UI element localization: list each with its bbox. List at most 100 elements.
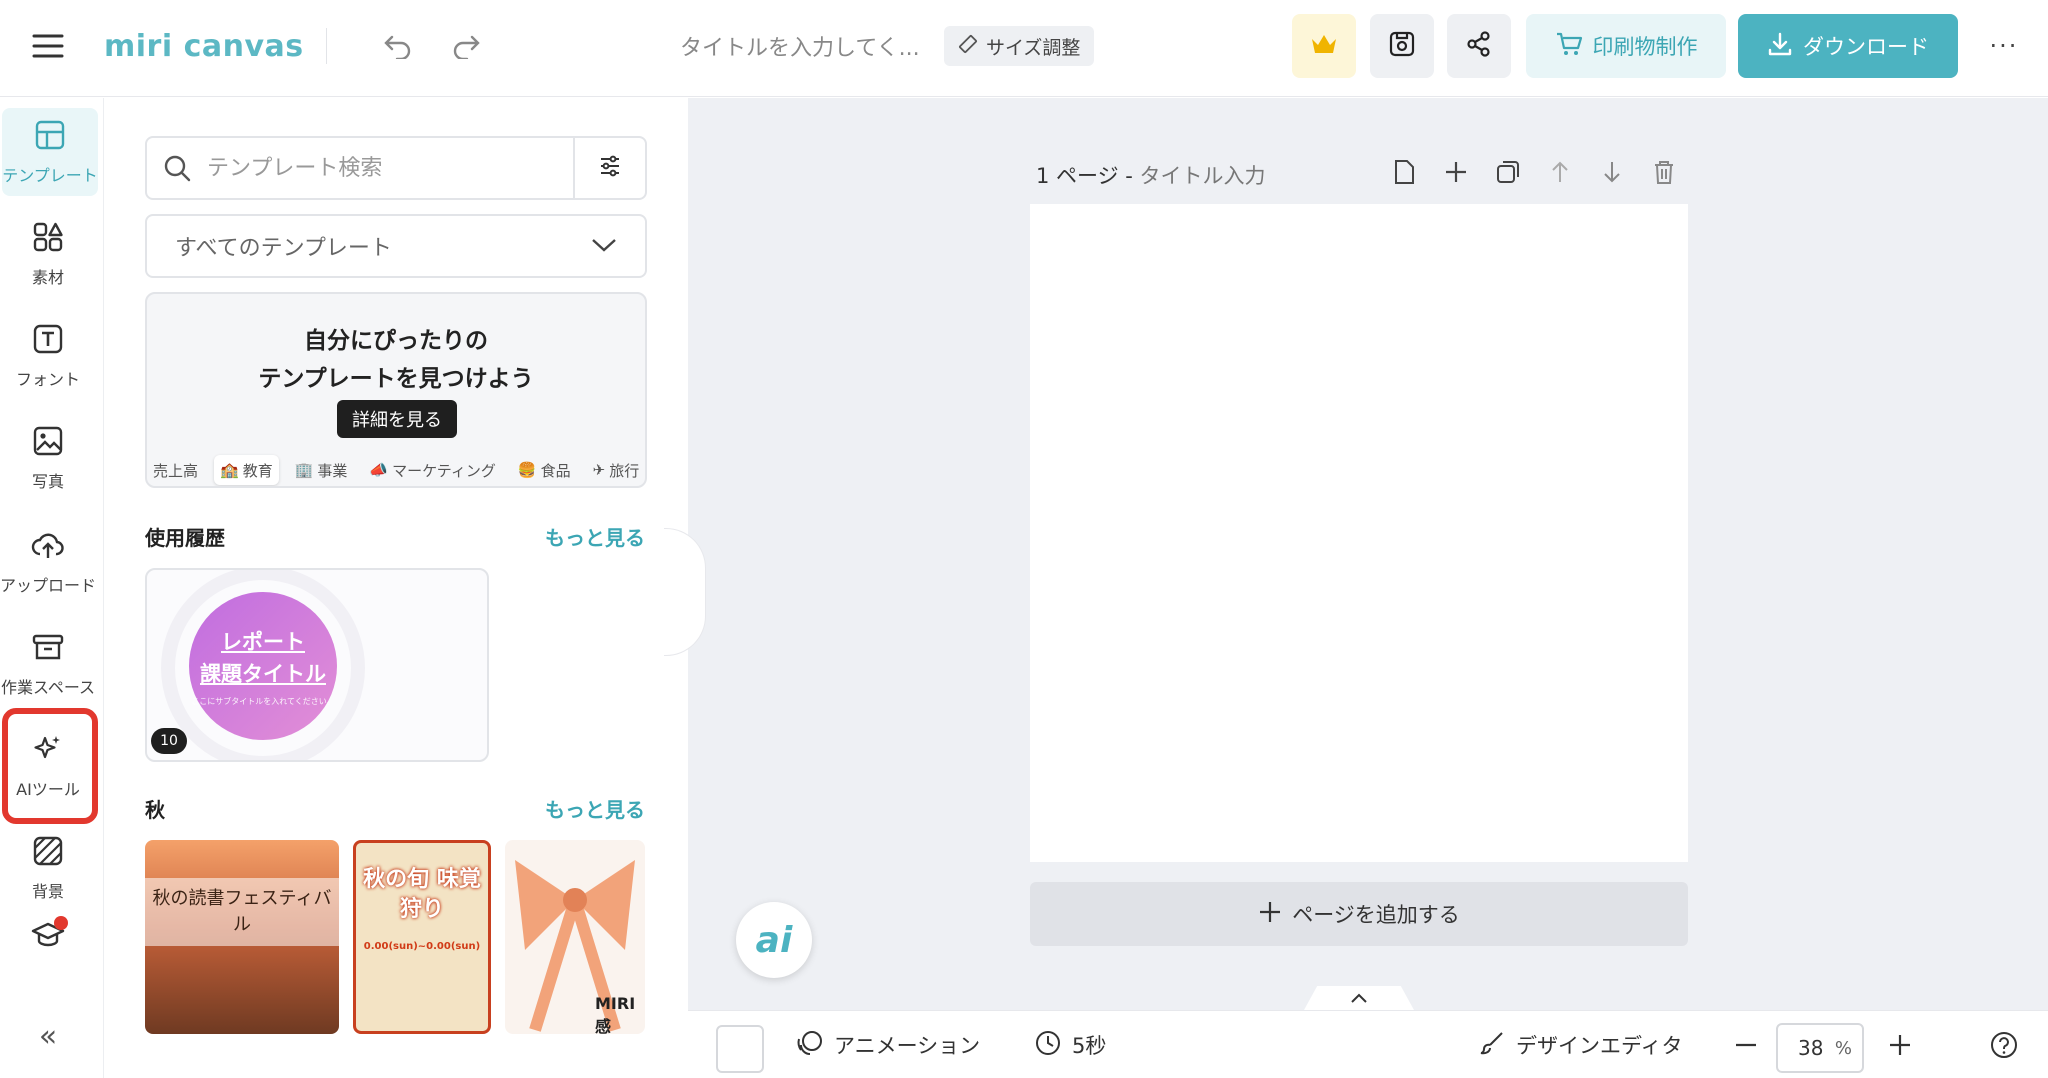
history-more-link[interactable]: もっと見る — [545, 522, 645, 551]
rail-item-workspace[interactable]: 作業スペース — [0, 620, 96, 708]
resize-button[interactable]: サイズ調整 — [944, 26, 1095, 66]
crown-icon — [1310, 33, 1338, 59]
expand-panel-tab[interactable] — [1304, 986, 1414, 1010]
zoom-in-icon[interactable] — [1884, 1011, 1916, 1078]
add-page-icon[interactable] — [1440, 156, 1472, 188]
delete-page-icon[interactable] — [1648, 156, 1680, 188]
animation-button[interactable]: アニメーション — [796, 1011, 980, 1078]
move-up-icon[interactable] — [1544, 156, 1576, 188]
premium-button[interactable] — [1292, 14, 1356, 78]
brush-icon — [1478, 1029, 1506, 1062]
search-icon — [147, 153, 207, 183]
page-label[interactable]: 1 ページ - タイトル入力 — [1036, 160, 1266, 190]
template-card-ribbon[interactable]: MIRI感 — [505, 840, 645, 1034]
app-logo[interactable]: miri canvas — [104, 26, 304, 66]
undo-icon[interactable] — [376, 26, 420, 66]
toolbar-divider — [326, 28, 327, 64]
history-section-title: 使用履歴 — [145, 526, 225, 550]
rail-item-font[interactable]: フォント — [0, 312, 96, 400]
rail-item-label: フォント — [15, 370, 80, 389]
sliders-icon — [598, 154, 622, 182]
add-page-label: ページを追加する — [1292, 903, 1460, 927]
rail-item-elements[interactable]: 素材 — [0, 210, 96, 298]
download-label: ダウンロード — [1803, 35, 1929, 59]
filter-button[interactable] — [573, 138, 645, 198]
background-color-swatch[interactable] — [716, 1025, 764, 1073]
menu-icon[interactable] — [26, 26, 70, 66]
share-button[interactable] — [1447, 14, 1511, 78]
rail-item-education[interactable] — [0, 902, 96, 972]
resize-button-label: サイズ調整 — [986, 36, 1081, 59]
more-options-icon[interactable]: ··· — [1982, 26, 2026, 66]
move-down-icon[interactable] — [1596, 156, 1628, 188]
category-chips: 売上高 🏫 教育 🏢 事業 📣 マーケティング 🍔 食品 ✈ 旅行 — [147, 452, 645, 486]
ruler-icon — [958, 34, 978, 59]
rail-item-label: 素材 — [31, 268, 64, 287]
chip-marketing[interactable]: 📣 マーケティング — [363, 455, 502, 485]
template-panel: すべてのテンプレート 自分にぴったりの テンプレートを見つけよう 詳細を見る 売… — [105, 98, 687, 1078]
chevron-down-icon — [591, 234, 617, 259]
design-page[interactable] — [1030, 204, 1688, 862]
chip-food[interactable]: 🍔 食品 — [512, 455, 577, 485]
template-finder-banner[interactable]: 自分にぴったりの テンプレートを見つけよう 詳細を見る 売上高 🏫 教育 🏢 事業 … — [145, 292, 647, 488]
redo-icon[interactable] — [444, 26, 488, 66]
zoom-field[interactable]: 38 % — [1776, 1023, 1864, 1073]
photo-icon — [31, 424, 65, 462]
design-editor-button[interactable]: デザインエディタ — [1478, 1011, 1683, 1078]
zoom-out-icon[interactable] — [1730, 1011, 1762, 1078]
rail-item-template[interactable]: テンプレート — [2, 108, 98, 196]
rail-item-upload[interactable]: アップロード — [0, 518, 96, 606]
page-note-icon[interactable] — [1388, 156, 1420, 188]
search-input[interactable] — [207, 148, 573, 188]
save-icon — [1388, 30, 1416, 62]
rail-item-label: アップロード — [0, 576, 97, 595]
card-title: 秋の旬 味覚狩り — [363, 867, 481, 922]
rail-item-label: 背景 — [31, 882, 64, 901]
ai-assistant-button[interactable]: ai — [736, 902, 812, 978]
chip-travel[interactable]: ✈ 旅行 — [587, 455, 645, 485]
template-search — [145, 136, 647, 200]
duration-button[interactable]: 5秒 — [1034, 1011, 1106, 1078]
chip-business[interactable]: 🏢 事業 — [289, 455, 354, 485]
download-icon — [1767, 31, 1793, 62]
school-icon: 🏫 — [220, 461, 239, 479]
see-details-button[interactable]: 詳細を見る — [337, 400, 457, 438]
select-value: すべてのテンプレート — [175, 236, 392, 261]
rail-item-photo[interactable]: 写真 — [0, 414, 96, 502]
rail-item-label: 写真 — [31, 472, 64, 491]
add-page-button[interactable]: ページを追加する — [1030, 882, 1688, 946]
template-card-reading-festival[interactable]: 秋の読書フェスティバル — [145, 840, 339, 1034]
card-title: 秋の読書フェスティバル — [145, 878, 339, 946]
print-order-button[interactable]: 印刷物制作 — [1526, 14, 1726, 78]
document-title[interactable]: タイトルを入力してく... — [680, 26, 920, 66]
zoom-unit: % — [1834, 1037, 1852, 1059]
plus-icon — [1258, 900, 1282, 929]
template-icon — [33, 118, 67, 156]
duplicate-page-icon[interactable] — [1492, 156, 1524, 188]
airplane-icon: ✈ — [592, 461, 606, 479]
rail-item-label: 作業スペース — [0, 678, 96, 697]
card-date: 0.00(sun)~0.00(sun) — [363, 941, 481, 952]
help-icon[interactable] — [1986, 1011, 2022, 1078]
page-toolbar — [1388, 156, 1680, 188]
chip-sales[interactable]: 売上高 — [147, 455, 204, 485]
card-title: MIRI感 — [595, 994, 636, 1034]
background-icon — [31, 834, 65, 872]
collapse-rail-icon[interactable]: « — [26, 1016, 70, 1056]
chip-education[interactable]: 🏫 教育 — [214, 455, 279, 485]
rail-item-background[interactable]: 背景 — [0, 824, 96, 912]
zoom-value: 38 — [1798, 1036, 1824, 1060]
megaphone-icon: 📣 — [369, 461, 389, 479]
cart-icon — [1555, 31, 1583, 62]
history-template-card[interactable]: レポート 課題タイトル ここにサブタイトルを入れてください。 — [145, 568, 489, 762]
save-button[interactable] — [1370, 14, 1434, 78]
template-card-harvest[interactable]: 秋の旬 味覚狩り 0.00(sun)~0.00(sun) — [353, 840, 491, 1034]
timer-icon — [1034, 1029, 1062, 1062]
autumn-more-link[interactable]: もっと見る — [545, 794, 645, 823]
template-category-select[interactable]: すべてのテンプレート — [145, 214, 647, 278]
share-icon — [1465, 30, 1493, 62]
print-order-label: 印刷物制作 — [1592, 35, 1698, 59]
download-button[interactable]: ダウンロード — [1738, 14, 1958, 78]
panel-collapse-handle[interactable] — [664, 528, 706, 656]
rail-item-label: テンプレート — [2, 166, 98, 185]
